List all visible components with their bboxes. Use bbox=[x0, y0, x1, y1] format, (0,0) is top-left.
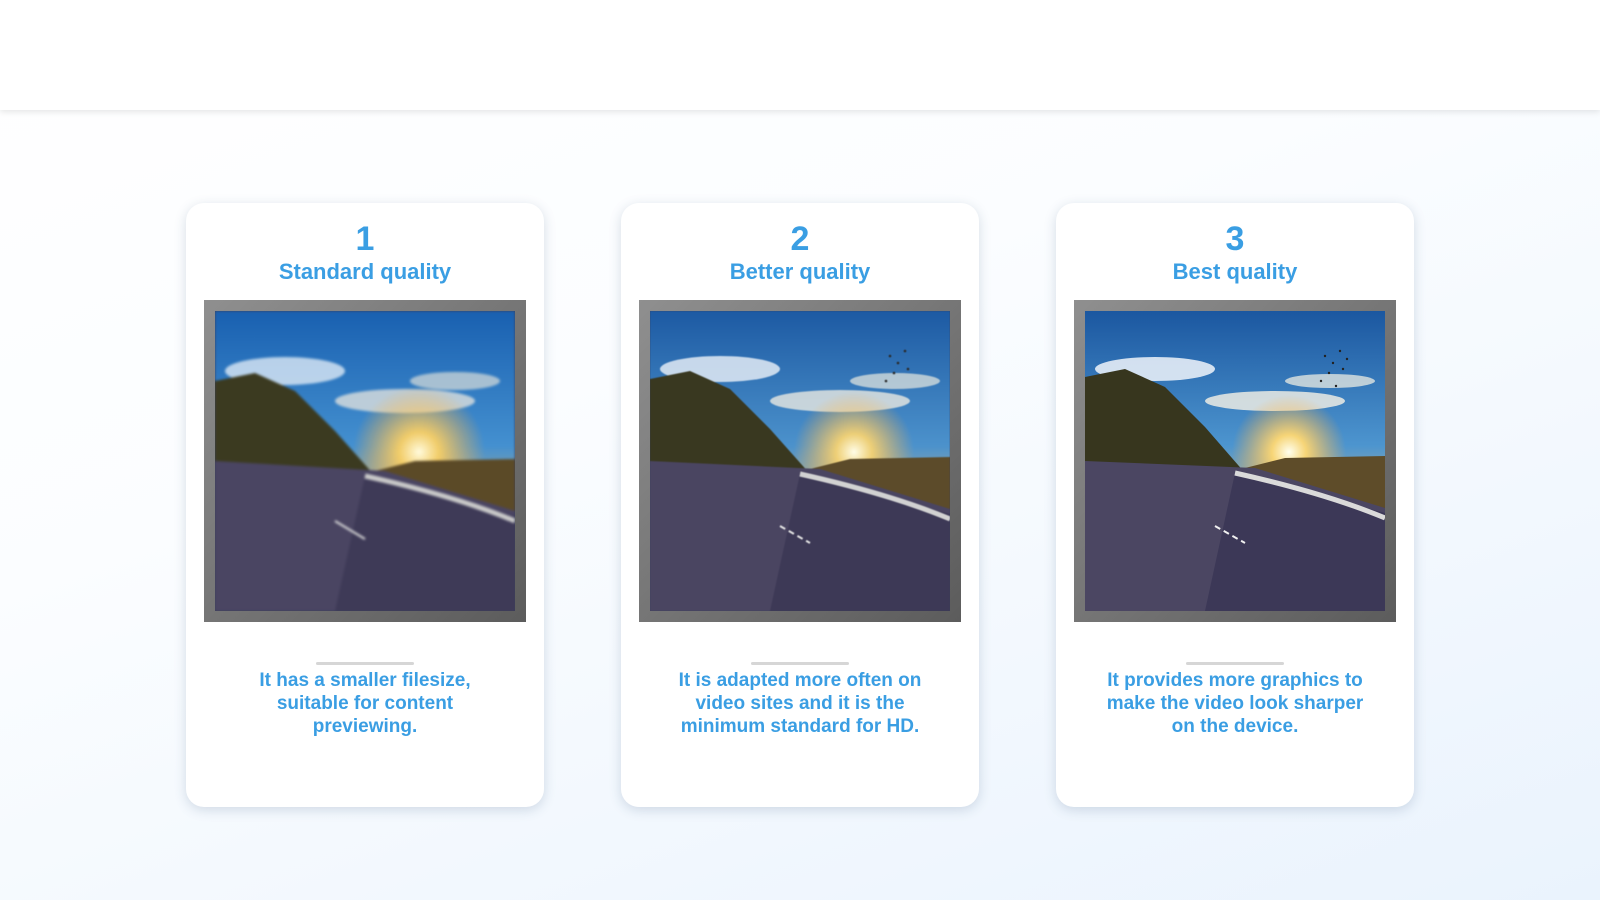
card-title: Standard quality bbox=[278, 259, 452, 284]
photo-frame bbox=[204, 300, 526, 622]
quality-card-standard[interactable]: 1 Standard quality It has a smaller file… bbox=[186, 203, 544, 807]
quality-card-best[interactable]: 3 Best quality It provides more graphics… bbox=[1056, 203, 1414, 807]
divider bbox=[1186, 662, 1284, 665]
top-header-bar bbox=[0, 0, 1600, 110]
divider bbox=[316, 662, 414, 665]
photo-frame bbox=[639, 300, 961, 622]
road-sunset-photo bbox=[650, 311, 950, 611]
card-description: It is adapted more often on video sites … bbox=[678, 670, 922, 737]
divider bbox=[751, 662, 849, 665]
card-title: Best quality bbox=[1172, 259, 1298, 284]
quality-cards: 1 Standard quality It has a smaller file… bbox=[0, 203, 1600, 807]
road-sunset-photo bbox=[215, 311, 515, 611]
card-number: 2 bbox=[790, 220, 810, 258]
photo-frame bbox=[1074, 300, 1396, 622]
card-title: Better quality bbox=[729, 259, 871, 284]
card-description: It provides more graphics to make the vi… bbox=[1106, 670, 1364, 737]
quality-card-better[interactable]: 2 Better quality It is adapted more ofte… bbox=[621, 203, 979, 807]
road-sunset-photo bbox=[1085, 311, 1385, 611]
card-number: 3 bbox=[1225, 220, 1245, 258]
card-number: 1 bbox=[355, 220, 375, 258]
card-description: It has a smaller filesize, suitable for … bbox=[259, 670, 471, 737]
